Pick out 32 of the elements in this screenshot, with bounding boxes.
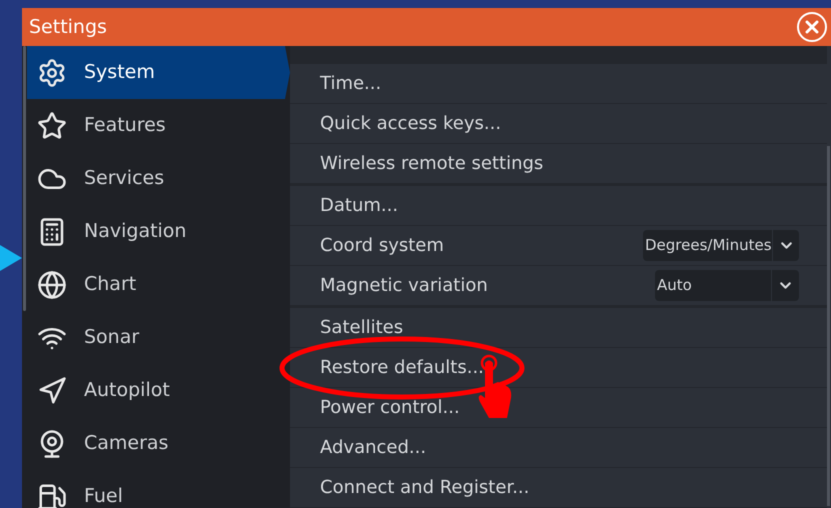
menu-row[interactable]: Satellites xyxy=(290,308,827,348)
dropdown[interactable]: Auto xyxy=(655,270,799,301)
dropdown-value: Degrees/Minutes xyxy=(644,235,772,256)
sidebar-item[interactable]: Cameras xyxy=(27,417,282,470)
menu-row[interactable]: Connect and Register... xyxy=(290,468,827,508)
sidebar-item[interactable]: Chart xyxy=(27,258,282,311)
sidebar-item[interactable]: Fuel xyxy=(27,470,282,508)
sidebar-item[interactable]: Navigation xyxy=(27,205,282,258)
dropdown[interactable]: Degrees/Minutes xyxy=(643,230,799,261)
sidebar-item[interactable]: Autopilot xyxy=(27,364,282,417)
gear-icon xyxy=(37,58,67,88)
menu-row[interactable]: Time... xyxy=(290,64,827,104)
window-title: Settings xyxy=(29,14,107,40)
sidebar-item[interactable]: Sonar xyxy=(27,311,282,364)
menu-row[interactable]: Datum... xyxy=(290,186,827,226)
menu-row[interactable]: Restore defaults... xyxy=(290,348,827,388)
setting-label: Coord system xyxy=(320,234,444,258)
fuel-pump-icon xyxy=(37,482,67,508)
setting-label: Magnetic variation xyxy=(320,274,488,298)
navigation-arrow-icon xyxy=(37,376,67,406)
star-icon xyxy=(37,110,67,140)
menu-row[interactable]: Wireless remote settings xyxy=(290,144,827,184)
menu-row[interactable]: Advanced... xyxy=(290,428,827,468)
menu-row[interactable]: Power control... xyxy=(290,388,827,428)
close-button[interactable] xyxy=(797,12,827,42)
menu-row[interactable]: Quick access keys... xyxy=(290,104,827,144)
sidebar-item[interactable]: System xyxy=(27,46,290,99)
sidebar-item[interactable]: Features xyxy=(27,99,282,152)
pointer-arrow-icon xyxy=(0,245,22,271)
globe-icon xyxy=(37,270,67,300)
dropdown-value: Auto xyxy=(656,275,693,296)
sidebar-item[interactable]: Services xyxy=(27,152,282,205)
